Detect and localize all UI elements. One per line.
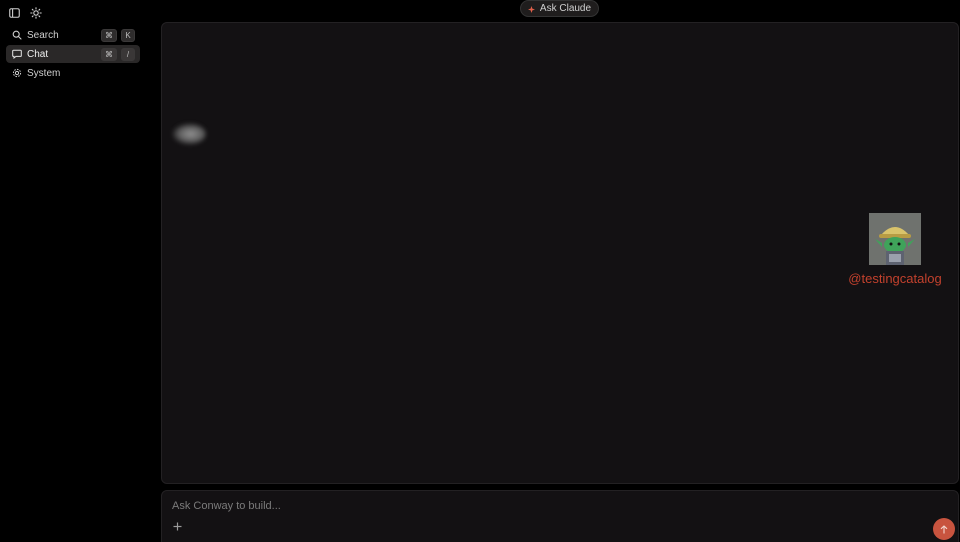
arrow-up-icon: [940, 524, 948, 533]
shortcut-key: ⌘: [101, 47, 117, 61]
shortcut-key: ⌘: [101, 28, 117, 42]
shortcut-hint: ⌘ /: [101, 47, 135, 61]
sidebar-item-system[interactable]: System: [6, 64, 140, 82]
sidebar-item-label: System: [27, 67, 61, 79]
ask-claude-label: Ask Claude: [539, 3, 592, 14]
loading-blob: [172, 123, 206, 145]
shortcut-key: K: [121, 28, 135, 42]
sidebar-toggle-icon[interactable]: [8, 6, 21, 19]
prompt-input[interactable]: [172, 500, 872, 512]
sidebar-item-chat[interactable]: Chat ⌘ /: [6, 45, 140, 63]
search-icon: [11, 30, 22, 41]
plus-icon: [173, 522, 181, 531]
watermark-text: @testingcatalog: [848, 271, 942, 286]
app-window: Ask Claude Search ⌘ K Chat ⌘ / System @t…: [0, 0, 960, 542]
sparkle-icon: [527, 5, 535, 13]
sidebar: Search ⌘ K Chat ⌘ / System: [6, 26, 140, 83]
chat-icon: [11, 49, 22, 60]
watermark: @testingcatalog: [843, 213, 947, 286]
add-attachment-button[interactable]: [171, 521, 183, 533]
shortcut-key: /: [121, 47, 135, 61]
send-button[interactable]: [933, 518, 955, 540]
composer: [161, 490, 959, 542]
shortcut-hint: ⌘ K: [101, 28, 135, 42]
sidebar-item-search[interactable]: Search ⌘ K: [6, 26, 140, 44]
sun-icon[interactable]: [29, 6, 42, 19]
sidebar-item-label: Chat: [27, 48, 49, 60]
gear-icon: [11, 68, 22, 79]
window-controls: [8, 6, 42, 19]
ask-claude-button[interactable]: Ask Claude: [520, 0, 599, 17]
watermark-logo: [869, 213, 921, 265]
sidebar-item-label: Search: [27, 29, 59, 41]
main-canvas: @testingcatalog: [161, 22, 959, 484]
